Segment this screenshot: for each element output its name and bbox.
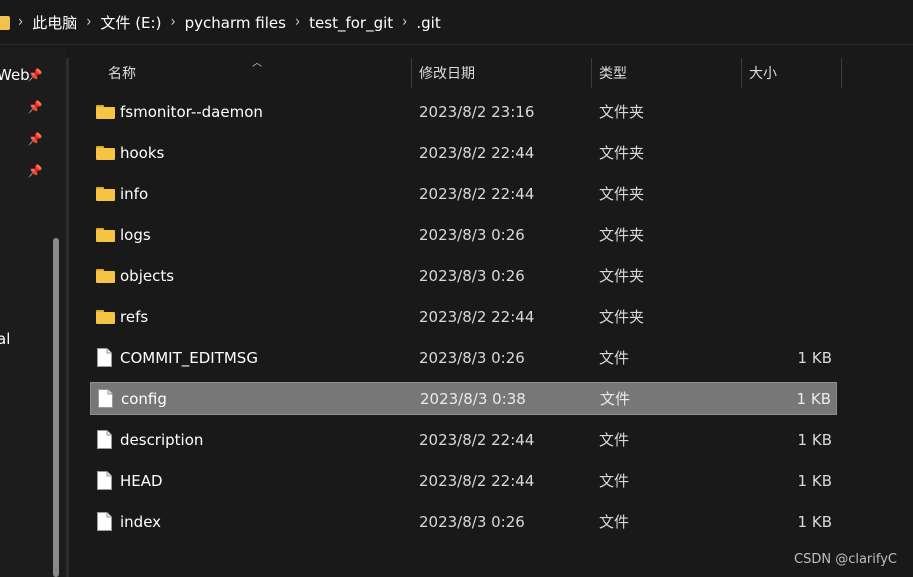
file-row[interactable]: COMMIT_EDITMSG 2023/8/3 0:26 文件 1 KB [90,341,837,374]
breadcrumb-item-this-pc[interactable]: 此电脑 [32,12,77,33]
column-name-label: 名称 [108,66,136,82]
file-size: 1 KB [797,471,832,490]
file-date: 2023/8/2 22:44 [419,184,535,203]
file-name: config [121,389,167,408]
file-name: hooks [120,143,165,162]
file-date: 2023/8/2 22:44 [419,471,535,490]
file-type: 文件夹 [599,267,645,285]
file-row[interactable]: logs 2023/8/3 0:26 文件夹 [90,218,837,251]
folder-icon [96,145,115,160]
nav-item-label: al [0,330,11,348]
file-type: 文件夹 [599,185,645,203]
chevron-right-icon[interactable]: › [86,14,91,32]
column-size[interactable]: 大小 [749,56,839,90]
folder-icon [0,15,10,30]
breadcrumb-item-pycharm-files[interactable]: pycharm files [185,14,286,32]
breadcrumb-item-test-for-git[interactable]: test_for_git [309,14,393,32]
folder-icon [96,268,115,283]
file-date: 2023/8/2 22:44 [419,143,535,162]
file-icon [97,430,112,449]
file-size: 1 KB [797,430,832,449]
column-date[interactable]: 修改日期 [419,56,589,90]
file-name: objects [120,266,175,285]
file-icon [98,389,113,408]
file-type: 文件 [599,513,630,531]
nav-item-truncated[interactable]: al [0,328,10,350]
file-name: info [120,184,149,203]
file-date: 2023/8/3 0:26 [419,348,525,367]
pin-icon[interactable]: 📌 [28,68,43,82]
file-date: 2023/8/2 23:16 [419,102,535,121]
file-name: index [120,512,162,531]
column-size-label: 大小 [749,66,777,82]
file-name: HEAD [120,471,163,490]
file-type: 文件 [600,390,631,408]
folder-icon [96,309,115,324]
nav-item-web[interactable]: Web [0,64,30,86]
file-date: 2023/8/3 0:26 [419,512,525,531]
file-name: logs [120,225,151,244]
nav-scrollbar-thumb[interactable] [53,238,59,577]
file-icon [97,512,112,531]
file-name: description [120,430,204,449]
column-divider[interactable] [841,58,842,88]
file-date: 2023/8/3 0:26 [419,266,525,285]
file-date: 2023/8/2 22:44 [419,430,535,449]
folder-icon [96,104,115,119]
column-name[interactable]: 名称 [108,56,410,90]
column-type[interactable]: 类型 [599,56,739,90]
chevron-right-icon[interactable]: › [18,14,23,32]
file-type: 文件夹 [599,144,645,162]
file-row[interactable]: refs 2023/8/2 22:44 文件夹 [90,300,837,333]
folder-icon [96,227,115,242]
breadcrumb: › 此电脑 › 文件 (E:) › pycharm files › test_f… [0,0,450,45]
file-row[interactable]: fsmonitor--daemon 2023/8/2 23:16 文件夹 [90,95,837,128]
chevron-right-icon[interactable]: › [402,14,407,32]
navigation-pane: Web 📌 📌 📌 📌 al [0,46,66,577]
file-date: 2023/8/3 0:38 [420,389,526,408]
file-type: 文件夹 [599,103,645,121]
pin-icon[interactable]: 📌 [28,132,43,146]
file-name: refs [120,307,149,326]
file-size: 1 KB [797,348,832,367]
column-header: ︿ 名称 修改日期 类型 大小 [90,56,850,90]
file-size: 1 KB [797,512,832,531]
file-size: 1 KB [796,389,831,408]
pane-divider[interactable] [66,58,69,577]
breadcrumb-item-git[interactable]: .git [416,14,440,32]
column-type-label: 类型 [599,66,627,82]
nav-item-label: Web [0,66,30,84]
file-date: 2023/8/2 22:44 [419,307,535,326]
column-divider[interactable] [591,58,592,88]
file-name: fsmonitor--daemon [120,102,263,121]
column-divider[interactable] [741,58,742,88]
file-row[interactable]: config 2023/8/3 0:38 文件 1 KB [90,382,837,415]
address-bar[interactable]: › 此电脑 › 文件 (E:) › pycharm files › test_f… [0,0,913,45]
chevron-right-icon[interactable]: › [295,14,300,32]
file-row[interactable]: hooks 2023/8/2 22:44 文件夹 [90,136,837,169]
file-type: 文件 [599,349,630,367]
pin-icon[interactable]: 📌 [28,164,43,178]
folder-icon [96,186,115,201]
column-date-label: 修改日期 [419,66,475,82]
file-icon [97,348,112,367]
file-type: 文件 [599,472,630,490]
file-row[interactable]: description 2023/8/2 22:44 文件 1 KB [90,423,837,456]
file-name: COMMIT_EDITMSG [120,348,258,367]
watermark: CSDN @clarifyC [794,552,897,567]
file-type: 文件夹 [599,308,645,326]
chevron-right-icon[interactable]: › [170,14,175,32]
column-divider[interactable] [411,58,412,88]
file-date: 2023/8/3 0:26 [419,225,525,244]
file-row[interactable]: index 2023/8/3 0:26 文件 1 KB [90,505,837,538]
file-row[interactable]: HEAD 2023/8/2 22:44 文件 1 KB [90,464,837,497]
file-type: 文件夹 [599,226,645,244]
breadcrumb-item-drive[interactable]: 文件 (E:) [100,12,161,33]
pin-icon[interactable]: 📌 [28,100,43,114]
file-row[interactable]: objects 2023/8/3 0:26 文件夹 [90,259,837,292]
file-row[interactable]: info 2023/8/2 22:44 文件夹 [90,177,837,210]
file-icon [97,471,112,490]
file-type: 文件 [599,431,630,449]
